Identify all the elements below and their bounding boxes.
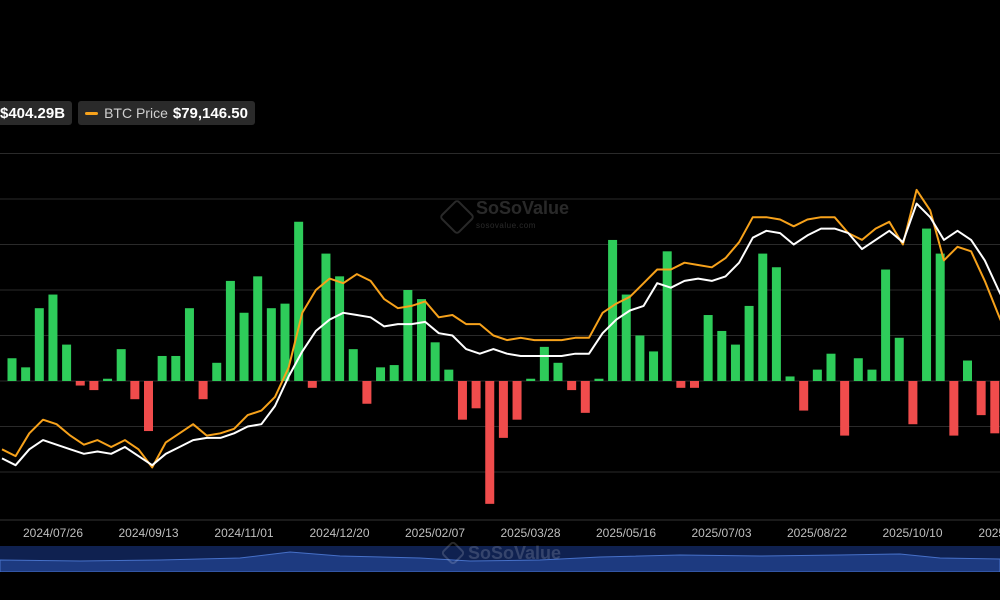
chart-legend: $404.29B BTC Price $79,146.50: [0, 101, 255, 125]
x-tick-label: 2024/11/01: [214, 526, 273, 540]
flow-bar: [594, 378, 604, 381]
watermark-sub: sosovalue.com: [476, 221, 536, 230]
flow-bar: [990, 381, 1000, 434]
flow-bar: [512, 381, 522, 420]
flow-bar: [348, 349, 358, 381]
flow-bar: [730, 344, 740, 381]
btc-price-value: $79,146.50: [172, 104, 248, 122]
flow-bar: [321, 253, 331, 381]
flow-bar: [881, 269, 891, 381]
flow-bar: [7, 358, 17, 381]
flow-bar: [212, 362, 222, 381]
total-flow-chip: $404.29B: [0, 101, 73, 125]
flow-bar: [103, 378, 113, 381]
flow-bar: [144, 381, 153, 432]
flow-bar: [908, 381, 918, 425]
flow-bar: [949, 381, 959, 436]
flow-bar: [444, 369, 454, 381]
x-tick-label: 2025/08/22: [787, 526, 847, 540]
flow-bar: [21, 367, 31, 381]
flow-bar: [376, 367, 386, 381]
flow-bar: [171, 355, 181, 381]
flow-bar: [799, 381, 809, 411]
x-axis-tick-labels: 2024/07/26 2024/09/13 2024/11/01 2024/12/20…: [23, 526, 1000, 540]
flow-bar: [75, 381, 85, 386]
flow-bar: [867, 369, 877, 381]
watermark-name: SoSoValue: [476, 198, 570, 218]
watermark-bottom: SoSoValue: [440, 540, 562, 566]
flow-bar: [621, 294, 631, 381]
total-flow-value: $404.29B: [0, 104, 66, 122]
range-navigator[interactable]: SoSoValue: [0, 540, 1000, 573]
etf-flow-chart: 2024/07/26 2024/09/13 2024/11/01 2024/12/20…: [0, 153, 1000, 540]
flow-bar: [894, 337, 904, 381]
flow-bar: [963, 360, 972, 381]
sosovalue-logo-icon: [438, 198, 476, 236]
x-tick-label: 2025/05/16: [596, 526, 656, 540]
sosovalue-logo-small-icon: [440, 540, 466, 566]
flow-bar: [826, 353, 836, 381]
flow-bar: [184, 308, 194, 381]
flow-bar: [89, 381, 99, 391]
flow-bar: [853, 358, 863, 381]
flow-bar: [457, 381, 467, 420]
x-tick-label: 2025/07/03: [691, 526, 751, 540]
flow-bar: [34, 308, 44, 381]
x-tick-label: 2024/07/26: [23, 526, 83, 540]
flow-bar: [116, 349, 126, 381]
flow-bar: [580, 381, 590, 413]
watermark-bottom-name: SoSoValue: [468, 543, 562, 563]
flow-bar: [48, 294, 58, 381]
flow-bar: [539, 346, 549, 381]
flow-bar: [471, 381, 481, 409]
x-tick-label: 2024/12/20: [309, 526, 369, 540]
flow-bar: [526, 378, 536, 381]
flow-bar: [812, 369, 822, 381]
flow-bar: [253, 276, 263, 381]
x-tick-label: 2025/03/28: [500, 526, 560, 540]
btc-price-chip[interactable]: BTC Price $79,146.50: [78, 101, 255, 125]
flow-bar: [567, 381, 577, 391]
flow-bar: [362, 381, 372, 404]
flow-bar: [840, 381, 850, 436]
flow-bar: [157, 355, 167, 381]
flow-bar: [239, 312, 249, 381]
flow-bar: [662, 251, 672, 381]
flow-bar: [758, 253, 768, 381]
watermark-top: SoSoValue sosovalue.com: [438, 198, 570, 236]
flow-bar: [771, 267, 781, 381]
flow-bar: [608, 239, 618, 381]
x-tick-label: 2025/11/28: [978, 526, 1000, 540]
flow-bar: [198, 381, 208, 400]
flow-bar: [430, 342, 440, 381]
flow-bar: [335, 276, 345, 381]
flow-bar: [676, 381, 686, 388]
flow-bar: [417, 299, 426, 381]
flow-bar: [717, 330, 727, 381]
flow-bar: [785, 376, 795, 381]
flow-bar: [403, 290, 413, 381]
flow-bar: [649, 351, 659, 381]
flow-bar: [389, 365, 399, 381]
flow-bar: [130, 381, 140, 400]
flow-bar: [976, 381, 986, 416]
flow-bar: [635, 335, 645, 381]
btc-price-label: BTC Price: [104, 105, 168, 121]
flow-bar: [744, 305, 754, 381]
flow-bar: [553, 362, 563, 381]
flow-bar: [703, 315, 713, 381]
x-tick-label: 2025/10/10: [882, 526, 942, 540]
flow-bar: [485, 381, 495, 504]
flow-bar: [922, 228, 932, 381]
flow-bar: [935, 253, 945, 381]
x-tick-label: 2024/09/13: [118, 526, 178, 540]
flow-bar: [690, 381, 699, 388]
flow-bar: [266, 308, 276, 381]
flow-bar: [225, 280, 235, 381]
flow-bar: [307, 381, 317, 388]
flow-bar: [498, 381, 508, 438]
x-tick-label: 2025/02/07: [405, 526, 465, 540]
btc-price-swatch-icon: [85, 111, 99, 115]
flow-bar: [62, 344, 72, 381]
